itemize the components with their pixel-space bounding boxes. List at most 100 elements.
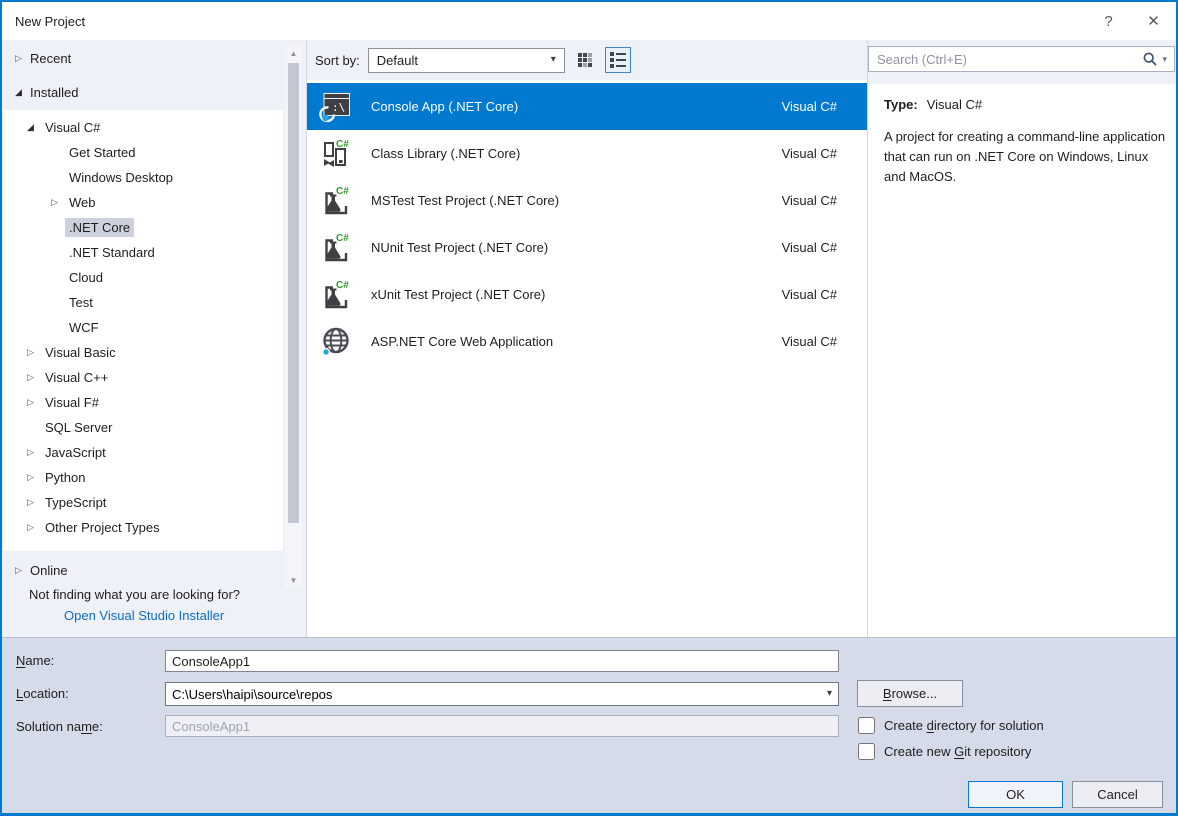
svg-text:C#: C# <box>336 280 349 291</box>
sort-by-dropdown[interactable]: Default ▾ <box>368 48 565 73</box>
template-language: Visual C# <box>782 240 837 255</box>
scrollbar-thumb[interactable] <box>288 63 299 523</box>
close-button[interactable]: ✕ <box>1131 2 1176 40</box>
sidebar-item-online[interactable]: ▷ Online <box>2 557 306 583</box>
new-project-dialog: New Project ? ✕ ▷ Recent ◢ Installed ◢ V… <box>0 0 1178 816</box>
tree-item-label: SQL Server <box>41 418 116 437</box>
template-item-xunit[interactable]: C# xUnit Test Project (.NET Core) Visual… <box>307 271 867 318</box>
tree-item-net-standard[interactable]: .NET Standard <box>4 240 283 265</box>
list-view-icon <box>610 52 626 68</box>
template-item-console-app[interactable]: :\ Console App (.NET Core) Visual C# <box>307 83 867 130</box>
tree-item-web[interactable]: ▷ Web <box>4 190 283 215</box>
solution-name-label: Solution name: <box>16 719 103 734</box>
console-app-icon: :\ <box>319 90 353 124</box>
template-language: Visual C# <box>782 334 837 349</box>
tree-item-visual-cpp[interactable]: ▷ Visual C++ <box>4 365 283 390</box>
expander-collapsed-icon[interactable]: ▷ <box>24 348 37 357</box>
tree-scrollbar[interactable]: ▲ ▼ <box>285 45 302 588</box>
small-icons-view-icon <box>578 53 592 67</box>
tree-item-get-started[interactable]: Get Started <box>4 140 283 165</box>
expander-collapsed-icon[interactable]: ▷ <box>24 473 37 482</box>
template-item-class-library[interactable]: C# Class Library (.NET Core) Visual C# <box>307 130 867 177</box>
tree-item-visual-csharp[interactable]: ◢ Visual C# <box>4 115 283 140</box>
tree-item-cloud[interactable]: Cloud <box>4 265 283 290</box>
template-item-nunit[interactable]: C# NUnit Test Project (.NET Core) Visual… <box>307 224 867 271</box>
expander-collapsed-icon[interactable]: ▷ <box>24 373 37 382</box>
sort-by-value: Default <box>377 53 551 68</box>
tree-item-python[interactable]: ▷ Python <box>4 465 283 490</box>
tree-item-typescript[interactable]: ▷ TypeScript <box>4 490 283 515</box>
expander-collapsed-icon[interactable]: ▷ <box>24 523 37 532</box>
template-language: Visual C# <box>782 287 837 302</box>
tree-item-wcf[interactable]: WCF <box>4 315 283 340</box>
tree-item-test[interactable]: Test <box>4 290 283 315</box>
expander-collapsed-icon[interactable]: ▷ <box>12 566 25 575</box>
tree-item-label: Get Started <box>65 143 139 162</box>
tree-item-javascript[interactable]: ▷ JavaScript <box>4 440 283 465</box>
template-language: Visual C# <box>782 146 837 161</box>
small-icons-view-button[interactable] <box>572 47 598 73</box>
scroll-up-icon[interactable]: ▲ <box>285 45 302 61</box>
tree-item-windows-desktop[interactable]: Windows Desktop <box>4 165 283 190</box>
class-library-icon: C# <box>319 137 353 171</box>
search-options-chevron-icon[interactable]: ▾ <box>1162 54 1167 65</box>
tree-item-label: Other Project Types <box>41 518 164 537</box>
expander-collapsed-icon[interactable]: ▷ <box>24 398 37 407</box>
test-project-icon: C# <box>319 184 353 218</box>
tree-item-label: TypeScript <box>41 493 110 512</box>
tree-item-sql-server[interactable]: SQL Server <box>4 415 283 440</box>
location-combobox[interactable]: ▾ <box>165 682 839 706</box>
solution-name-input[interactable] <box>165 715 839 737</box>
scroll-down-icon[interactable]: ▼ <box>285 572 302 588</box>
web-application-icon <box>319 325 353 359</box>
template-name: Console App (.NET Core) <box>371 99 782 114</box>
title-bar: New Project ? ✕ <box>2 2 1176 40</box>
tree-item-label: Windows Desktop <box>65 168 177 187</box>
name-input[interactable] <box>165 650 839 672</box>
chevron-down-icon: ▾ <box>551 55 556 65</box>
tree-item-other-project-types[interactable]: ▷ Other Project Types <box>4 515 283 540</box>
tree-item-visual-fsharp[interactable]: ▷ Visual F# <box>4 390 283 415</box>
template-name: NUnit Test Project (.NET Core) <box>371 240 782 255</box>
category-sidebar: ▷ Recent ◢ Installed ◢ Visual C# Get Sta… <box>2 40 307 637</box>
template-language: Visual C# <box>782 193 837 208</box>
template-item-mstest[interactable]: C# MSTest Test Project (.NET Core) Visua… <box>307 177 867 224</box>
expander-collapsed-icon[interactable]: ▷ <box>24 448 37 457</box>
sidebar-item-installed[interactable]: ◢ Installed <box>2 79 306 105</box>
cancel-button[interactable]: Cancel <box>1072 781 1163 808</box>
search-input[interactable] <box>877 52 1142 67</box>
sidebar-item-recent[interactable]: ▷ Recent <box>2 45 306 71</box>
expander-collapsed-icon[interactable]: ▷ <box>48 198 61 207</box>
type-value: Visual C# <box>927 97 982 112</box>
expander-collapsed-icon[interactable]: ▷ <box>24 498 37 507</box>
footer-panel: Name: Location: ▾ Browse... Solution nam… <box>2 637 1176 813</box>
svg-text::\: :\ <box>332 101 345 114</box>
tree-item-label: Visual C++ <box>41 368 112 387</box>
help-button[interactable]: ? <box>1086 2 1131 40</box>
tree-item-label: Visual F# <box>41 393 103 412</box>
location-input[interactable] <box>165 682 839 706</box>
search-icon[interactable] <box>1142 51 1158 67</box>
template-list-panel: Sort by: Default ▾ <box>307 40 868 637</box>
tree-item-visual-basic[interactable]: ▷ Visual Basic <box>4 340 283 365</box>
tree-item-label: Visual Basic <box>41 343 120 362</box>
create-directory-checkbox[interactable] <box>858 717 875 734</box>
open-installer-link[interactable]: Open Visual Studio Installer <box>64 608 224 623</box>
tree-item-label: WCF <box>65 318 103 337</box>
test-project-icon: C# <box>319 231 353 265</box>
tree-item-label: JavaScript <box>41 443 110 462</box>
expander-expanded-icon[interactable]: ◢ <box>12 88 25 97</box>
tree-item-label: Visual C# <box>41 118 104 137</box>
search-box[interactable]: ▾ <box>868 46 1175 72</box>
list-view-button[interactable] <box>605 47 631 73</box>
type-label: Type: <box>884 97 918 112</box>
template-item-aspnet-core[interactable]: ASP.NET Core Web Application Visual C# <box>307 318 867 365</box>
ok-button[interactable]: OK <box>968 781 1063 808</box>
expander-expanded-icon[interactable]: ◢ <box>24 123 37 132</box>
location-dropdown-icon[interactable]: ▾ <box>827 689 832 699</box>
create-git-repo-checkbox[interactable] <box>858 743 875 760</box>
browse-button[interactable]: Browse... <box>857 680 963 707</box>
tree-item-net-core[interactable]: .NET Core <box>4 215 283 240</box>
expander-collapsed-icon[interactable]: ▷ <box>12 54 25 63</box>
sidebar-item-label: Recent <box>30 51 71 66</box>
